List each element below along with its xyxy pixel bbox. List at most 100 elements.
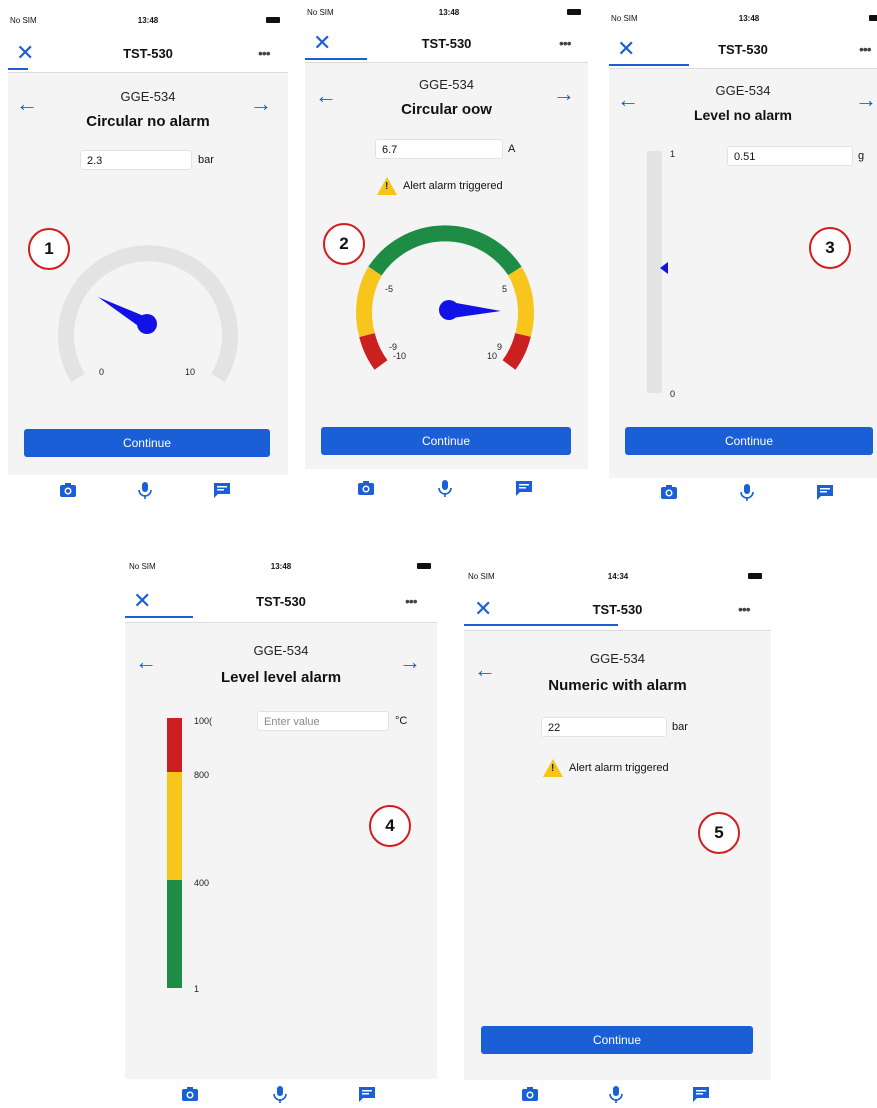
- gauge-label: 10: [487, 351, 498, 361]
- continue-button[interactable]: Continue: [321, 427, 571, 455]
- nav-bar: ✕ TST-530 •••: [8, 40, 288, 70]
- unit-label: bar: [672, 721, 688, 733]
- clock: 13:48: [137, 16, 159, 25]
- circular-gauge: [355, 225, 535, 370]
- page-title: TST-530: [718, 42, 768, 57]
- camera-icon[interactable]: [356, 478, 376, 498]
- more-icon[interactable]: •••: [405, 593, 418, 609]
- content-area: ← → GGE-534 Level no alarm 0.51 g 1 0 Co…: [609, 68, 877, 479]
- gauge-min-label: 0: [99, 367, 105, 377]
- more-icon[interactable]: •••: [559, 35, 572, 51]
- tab-indicator: [305, 58, 367, 60]
- alert-message: ! Alert alarm triggered: [377, 177, 503, 195]
- level-normal-zone: [167, 880, 182, 988]
- status-bar: No SIM 13:48: [8, 12, 288, 26]
- measurement-heading: Numeric with alarm: [548, 677, 687, 694]
- continue-button[interactable]: Continue: [24, 429, 270, 457]
- content-area: ← → GGE-534 Circular no alarm 2.3 bar 0 …: [8, 72, 288, 475]
- tab-indicator: [8, 68, 28, 70]
- battery-icon: [567, 9, 581, 15]
- more-icon[interactable]: •••: [738, 601, 751, 617]
- battery-icon: [869, 15, 877, 21]
- equipment-code: GGE-534: [253, 643, 309, 658]
- gauge-label: 9: [497, 342, 503, 352]
- value-input[interactable]: 6.7: [375, 139, 503, 159]
- comment-icon[interactable]: [357, 1084, 377, 1104]
- clock: 14:34: [607, 572, 629, 581]
- level-alarm-zone: [167, 718, 182, 772]
- level-top-label: 1: [670, 149, 676, 159]
- gauge-normal-zone: [368, 225, 522, 276]
- circular-gauge: [58, 245, 238, 383]
- camera-icon[interactable]: [520, 1084, 540, 1104]
- callout-badge: 5: [698, 812, 740, 854]
- tab-indicator: [609, 64, 689, 66]
- unit-label: bar: [198, 154, 214, 166]
- gauge-label: 5: [502, 284, 508, 294]
- comment-icon[interactable]: [212, 480, 232, 500]
- carrier-label: No SIM: [129, 562, 156, 571]
- microphone-icon[interactable]: [135, 480, 155, 500]
- bottom-toolbar: [125, 1080, 437, 1108]
- gauge-high-alarm-zone: [502, 332, 531, 370]
- warning-icon: !: [377, 177, 397, 195]
- value-input[interactable]: Enter value: [257, 711, 389, 731]
- unit-label: g: [858, 150, 865, 162]
- clock: 13:48: [438, 8, 460, 17]
- measurement-heading: Circular oow: [401, 101, 492, 118]
- page-title: TST-530: [421, 36, 472, 51]
- microphone-icon[interactable]: [737, 482, 757, 502]
- carrier-label: No SIM: [10, 16, 37, 25]
- continue-button[interactable]: Continue: [481, 1026, 753, 1054]
- status-bar: No SIM 13:48: [609, 10, 877, 24]
- level-marker: [660, 262, 668, 274]
- battery-icon: [748, 573, 762, 579]
- more-icon[interactable]: •••: [258, 45, 271, 61]
- microphone-icon[interactable]: [606, 1084, 626, 1104]
- content-area: ← GGE-534 Numeric with alarm 22 bar ! Al…: [464, 630, 771, 1081]
- value-input[interactable]: 0.51: [727, 146, 853, 166]
- callout-badge: 4: [369, 805, 411, 847]
- microphone-icon[interactable]: [435, 478, 455, 498]
- page-title: TST-530: [592, 602, 643, 617]
- gauge-low-warning-zone: [355, 267, 383, 338]
- level-label: 100(: [194, 716, 213, 726]
- value-input[interactable]: 22: [541, 717, 667, 737]
- bottom-toolbar: [464, 1080, 771, 1108]
- level-warning-zone: [167, 772, 182, 880]
- gauge-hub: [137, 314, 157, 334]
- camera-icon[interactable]: [58, 480, 78, 500]
- gauge-max-label: 10: [185, 367, 196, 377]
- warning-icon: !: [543, 759, 563, 777]
- microphone-icon[interactable]: [270, 1084, 290, 1104]
- comment-icon[interactable]: [815, 482, 835, 502]
- more-icon[interactable]: •••: [859, 41, 872, 57]
- value-input[interactable]: 2.3: [80, 150, 192, 170]
- equipment-code: GGE-534: [590, 651, 645, 666]
- measurement-heading: Circular no alarm: [86, 113, 210, 130]
- bottom-toolbar: [8, 476, 288, 504]
- carrier-label: No SIM: [468, 572, 495, 581]
- status-bar: No SIM 14:34: [464, 568, 771, 582]
- continue-button[interactable]: Continue: [625, 427, 873, 455]
- gauge-high-warning-zone: [507, 267, 535, 338]
- clock: 13:48: [270, 562, 292, 571]
- status-bar: No SIM 13:48: [125, 558, 437, 572]
- tab-indicator: [125, 616, 193, 618]
- carrier-label: No SIM: [611, 14, 638, 23]
- clock: 13:48: [738, 14, 760, 23]
- camera-icon[interactable]: [659, 482, 679, 502]
- alert-message: ! Alert alarm triggered: [543, 759, 669, 777]
- comment-icon[interactable]: [691, 1084, 711, 1104]
- camera-icon[interactable]: [180, 1084, 200, 1104]
- alert-text: Alert alarm triggered: [569, 762, 669, 774]
- content-area: ← → GGE-534 Circular oow 6.7 A ! Alert a…: [305, 62, 588, 469]
- comment-icon[interactable]: [514, 478, 534, 498]
- carrier-label: No SIM: [307, 8, 334, 17]
- bottom-toolbar: [305, 474, 588, 502]
- gauge-label: -10: [393, 351, 407, 361]
- measurement-heading: Level level alarm: [220, 669, 342, 686]
- callout-badge: 3: [809, 227, 851, 269]
- bottom-toolbar: [609, 478, 877, 506]
- gauge-label: -5: [385, 284, 394, 294]
